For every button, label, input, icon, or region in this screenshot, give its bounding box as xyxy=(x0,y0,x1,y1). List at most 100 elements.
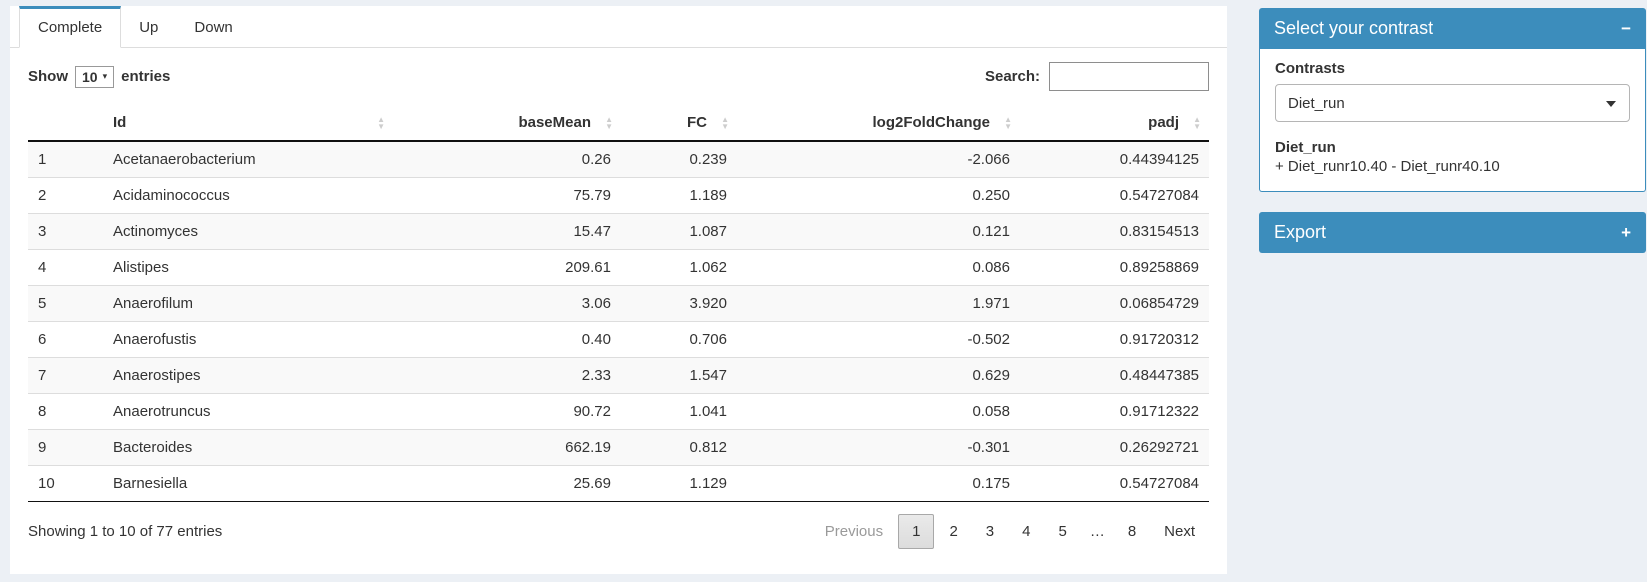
expand-plus-icon[interactable]: + xyxy=(1621,224,1631,241)
cell-log2foldchange: 0.629 xyxy=(737,358,1020,394)
contrast-select-value: Diet_run xyxy=(1288,95,1345,112)
results-table: Id ▲▼ baseMean ▲▼ FC ▲▼ log2FoldChange xyxy=(28,105,1209,502)
table-row[interactable]: 4 Alistipes 209.61 1.062 0.086 0.8925886… xyxy=(28,250,1209,286)
cell-log2foldchange: -0.502 xyxy=(737,322,1020,358)
cell-rownum: 10 xyxy=(28,466,103,502)
cell-fc: 1.547 xyxy=(621,358,737,394)
cell-fc: 0.812 xyxy=(621,430,737,466)
contrast-panel-header[interactable]: Select your contrast − xyxy=(1259,8,1646,49)
cell-id: Anaerofustis xyxy=(103,322,393,358)
page-length-value: 10 xyxy=(82,69,98,85)
cell-id: Alistipes xyxy=(103,250,393,286)
cell-basemean: 662.19 xyxy=(393,430,621,466)
table-row[interactable]: 2 Acidaminococcus 75.79 1.189 0.250 0.54… xyxy=(28,178,1209,214)
cell-fc: 1.087 xyxy=(621,214,737,250)
cell-padj: 0.83154513 xyxy=(1020,214,1209,250)
sort-icon[interactable]: ▲▼ xyxy=(721,116,729,130)
pagination-page-1[interactable]: 1 xyxy=(898,514,934,549)
caret-down-icon xyxy=(1606,101,1616,107)
table-row[interactable]: 6 Anaerofustis 0.40 0.706 -0.502 0.91720… xyxy=(28,322,1209,358)
table-row[interactable]: 1 Acetanaerobacterium 0.26 0.239 -2.066 … xyxy=(28,141,1209,178)
cell-basemean: 75.79 xyxy=(393,178,621,214)
tab-down[interactable]: Down xyxy=(176,6,250,48)
cell-rownum: 3 xyxy=(28,214,103,250)
show-label: Show xyxy=(28,68,68,85)
cell-rownum: 6 xyxy=(28,322,103,358)
contrast-panel: Select your contrast − Contrasts Diet_ru… xyxy=(1259,8,1646,192)
search-input[interactable] xyxy=(1049,62,1209,91)
cell-rownum: 2 xyxy=(28,178,103,214)
column-header-id[interactable]: Id ▲▼ xyxy=(103,105,393,141)
pagination-page-2[interactable]: 2 xyxy=(936,515,970,548)
cell-id: Bacteroides xyxy=(103,430,393,466)
sort-icon[interactable]: ▲▼ xyxy=(1004,116,1012,130)
column-header-label: padj xyxy=(1148,114,1179,131)
cell-basemean: 2.33 xyxy=(393,358,621,394)
column-header-log2foldchange[interactable]: log2FoldChange ▲▼ xyxy=(737,105,1020,141)
cell-rownum: 9 xyxy=(28,430,103,466)
cell-id: Anaerotruncus xyxy=(103,394,393,430)
tab-complete[interactable]: Complete xyxy=(19,6,121,48)
pagination: Previous 1 2 3 4 5 … 8 Next xyxy=(811,514,1209,549)
cell-padj: 0.26292721 xyxy=(1020,430,1209,466)
contrast-panel-body: Contrasts Diet_run Diet_run + Diet_runr1… xyxy=(1259,49,1646,192)
column-header-fc[interactable]: FC ▲▼ xyxy=(621,105,737,141)
search-label: Search: xyxy=(985,68,1040,85)
table-row[interactable]: 7 Anaerostipes 2.33 1.547 0.629 0.484473… xyxy=(28,358,1209,394)
table-row[interactable]: 9 Bacteroides 662.19 0.812 -0.301 0.2629… xyxy=(28,430,1209,466)
table-row[interactable]: 3 Actinomyces 15.47 1.087 0.121 0.831545… xyxy=(28,214,1209,250)
cell-fc: 0.706 xyxy=(621,322,737,358)
export-panel-header[interactable]: Export + xyxy=(1259,212,1646,253)
cell-id: Anaerofilum xyxy=(103,286,393,322)
cell-rownum: 1 xyxy=(28,141,103,178)
cell-padj: 0.48447385 xyxy=(1020,358,1209,394)
sidebar-right: Select your contrast − Contrasts Diet_ru… xyxy=(1259,8,1646,253)
pagination-page-4[interactable]: 4 xyxy=(1009,515,1043,548)
cell-id: Acetanaerobacterium xyxy=(103,141,393,178)
pagination-page-5[interactable]: 5 xyxy=(1045,515,1079,548)
table-header-row: Id ▲▼ baseMean ▲▼ FC ▲▼ log2FoldChange xyxy=(28,105,1209,141)
cell-padj: 0.54727084 xyxy=(1020,178,1209,214)
column-header-basemean[interactable]: baseMean ▲▼ xyxy=(393,105,621,141)
page-length-select[interactable]: 10 ▾ xyxy=(75,66,114,88)
collapse-minus-icon[interactable]: − xyxy=(1621,20,1631,37)
pagination-next[interactable]: Next xyxy=(1151,515,1208,548)
cell-rownum: 4 xyxy=(28,250,103,286)
cell-log2foldchange: 1.971 xyxy=(737,286,1020,322)
cell-fc: 1.062 xyxy=(621,250,737,286)
tab-bar: Complete Up Down xyxy=(10,6,1227,48)
column-header-label: FC xyxy=(687,114,707,131)
table-row[interactable]: 8 Anaerotruncus 90.72 1.041 0.058 0.9171… xyxy=(28,394,1209,430)
cell-log2foldchange: 0.250 xyxy=(737,178,1020,214)
pagination-previous[interactable]: Previous xyxy=(812,515,896,548)
cell-log2foldchange: 0.058 xyxy=(737,394,1020,430)
table-row[interactable]: 10 Barnesiella 25.69 1.129 0.175 0.54727… xyxy=(28,466,1209,502)
search-control: Search: xyxy=(985,62,1209,91)
cell-id: Acidaminococcus xyxy=(103,178,393,214)
table-row[interactable]: 5 Anaerofilum 3.06 3.920 1.971 0.0685472… xyxy=(28,286,1209,322)
cell-id: Anaerostipes xyxy=(103,358,393,394)
pagination-page-3[interactable]: 3 xyxy=(973,515,1007,548)
cell-fc: 1.041 xyxy=(621,394,737,430)
column-header-label: log2FoldChange xyxy=(873,114,991,131)
column-header-label: Id xyxy=(113,114,126,131)
column-header-padj[interactable]: padj ▲▼ xyxy=(1020,105,1209,141)
sort-icon[interactable]: ▲▼ xyxy=(377,116,385,130)
sort-icon[interactable]: ▲▼ xyxy=(1193,116,1201,130)
cell-rownum: 8 xyxy=(28,394,103,430)
entries-label: entries xyxy=(121,68,170,85)
cell-log2foldchange: 0.175 xyxy=(737,466,1020,502)
tab-up[interactable]: Up xyxy=(121,6,176,48)
cell-fc: 1.189 xyxy=(621,178,737,214)
sort-icon[interactable]: ▲▼ xyxy=(605,116,613,130)
pagination-page-8[interactable]: 8 xyxy=(1115,515,1149,548)
cell-basemean: 3.06 xyxy=(393,286,621,322)
pagination-ellipsis: … xyxy=(1082,515,1113,548)
contrast-select[interactable]: Diet_run xyxy=(1275,84,1630,122)
cell-log2foldchange: 0.121 xyxy=(737,214,1020,250)
contrast-panel-title: Select your contrast xyxy=(1274,18,1433,39)
cell-fc: 0.239 xyxy=(621,141,737,178)
cell-log2foldchange: 0.086 xyxy=(737,250,1020,286)
cell-id: Barnesiella xyxy=(103,466,393,502)
cell-basemean: 15.47 xyxy=(393,214,621,250)
